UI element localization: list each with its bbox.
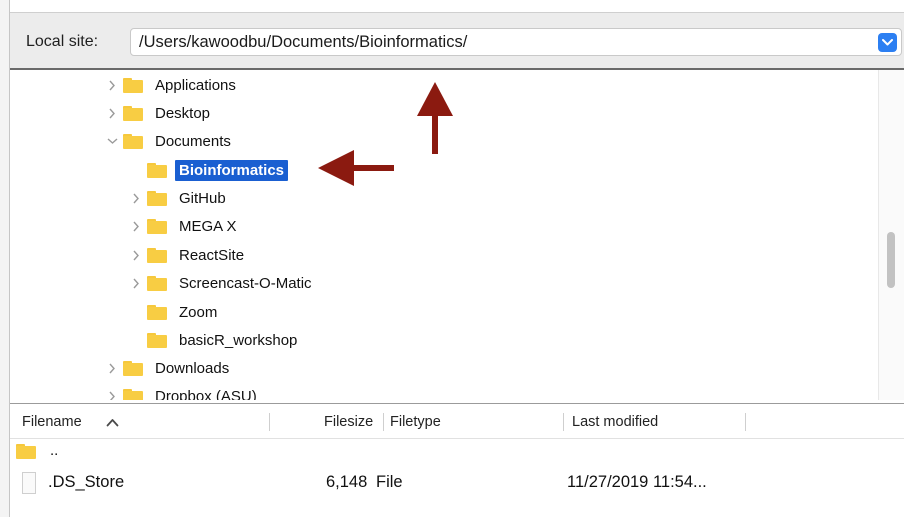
column-divider[interactable]: [745, 413, 746, 431]
tree-scrollbar[interactable]: [878, 70, 904, 400]
tree-item-label: Documents: [155, 132, 231, 150]
chevron-right-icon[interactable]: [125, 241, 147, 269]
table-row[interactable]: .DS_Store 6,148 File 11/27/2019 11:54...: [10, 470, 904, 502]
tree-item-label: Desktop: [155, 104, 211, 122]
chevron-right-icon[interactable]: [125, 212, 147, 240]
folder-icon: [147, 162, 167, 178]
column-header-filesize[interactable]: Filesize: [324, 414, 373, 430]
tree-item-screencast-o-matic[interactable]: Screencast-O-Matic: [125, 269, 316, 297]
tree-item-applications[interactable]: Applications: [101, 71, 240, 99]
chevron-right-icon[interactable]: [101, 354, 123, 382]
toolbar-edge: [10, 0, 904, 13]
chevron-down-icon: [882, 39, 893, 46]
tree-item-label: Downloads: [155, 359, 230, 377]
folder-icon: [16, 444, 36, 459]
folder-icon: [147, 218, 167, 234]
column-header-filetype[interactable]: Filetype: [390, 414, 441, 430]
tree-item-label-selected: Bioinformatics: [175, 159, 289, 181]
tree-item-label: ReactSite: [179, 246, 245, 264]
tree-item-label: basicR_workshop: [179, 331, 298, 349]
folder-icon: [147, 304, 167, 320]
local-site-bar: Local site: /Users/kawoodbu/Documents/Bi…: [10, 13, 904, 70]
file-type: File: [376, 473, 403, 491]
annotation-arrow-left-icon: [318, 150, 394, 186]
tree-item-bioinformatics[interactable]: Bioinformatics: [125, 156, 289, 184]
local-site-path-text: /Users/kawoodbu/Documents/Bioinformatics…: [139, 33, 468, 51]
chevron-right-icon[interactable]: [101, 71, 123, 99]
file-list-header: Filename Filesize Filetype Last modified: [10, 403, 904, 439]
tree-item-downloads[interactable]: Downloads: [101, 354, 233, 382]
tree-item-label: GitHub: [179, 189, 226, 207]
file-name: ..: [50, 442, 59, 459]
chevron-down-icon[interactable]: [101, 127, 123, 155]
tree-item-basicr-workshop[interactable]: basicR_workshop: [125, 326, 301, 354]
column-divider[interactable]: [269, 413, 270, 431]
tree-item-mega-x[interactable]: MEGA X: [125, 212, 241, 240]
folder-icon: [123, 133, 143, 149]
chevron-right-icon[interactable]: [101, 99, 123, 127]
column-divider[interactable]: [563, 413, 564, 431]
file-icon: [22, 472, 36, 494]
tree-item-label: Dropbox (ASU): [155, 387, 257, 401]
column-header-last-modified[interactable]: Last modified: [572, 414, 658, 430]
folder-icon: [147, 275, 167, 291]
folder-icon: [147, 190, 167, 206]
left-pane-edge: [0, 0, 10, 517]
local-site-label: Local site:: [26, 33, 99, 50]
folder-icon: [123, 360, 143, 376]
tree-item-documents[interactable]: Documents: [101, 127, 235, 155]
chevron-right-icon[interactable]: [125, 184, 147, 212]
scrollbar-thumb[interactable]: [887, 232, 895, 288]
tree-item-reactsite[interactable]: ReactSite: [125, 241, 248, 269]
tree-item-label: MEGA X: [179, 217, 237, 235]
folder-icon: [147, 247, 167, 263]
folder-icon: [123, 105, 143, 121]
file-name: .DS_Store: [48, 473, 125, 491]
tree-item-label: Zoom: [179, 303, 218, 321]
column-header-filename[interactable]: Filename: [22, 414, 82, 430]
column-divider[interactable]: [383, 413, 384, 431]
chevron-right-icon[interactable]: [125, 269, 147, 297]
tree-item-desktop[interactable]: Desktop: [101, 99, 214, 127]
folder-icon: [123, 77, 143, 93]
table-row[interactable]: ..: [10, 441, 904, 473]
tree-item-dropbox[interactable]: Dropbox (ASU): [101, 382, 261, 400]
tree-item-label: Screencast-O-Matic: [179, 274, 312, 292]
file-size: 6,148: [326, 473, 368, 491]
path-dropdown-button[interactable]: [878, 33, 897, 52]
tree-item-github[interactable]: GitHub: [125, 184, 230, 212]
sort-ascending-icon[interactable]: [106, 418, 119, 427]
folder-icon: [147, 332, 167, 348]
tree-item-zoom[interactable]: Zoom: [125, 298, 221, 326]
annotation-arrow-up-icon: [417, 82, 453, 154]
chevron-right-icon[interactable]: [101, 382, 123, 400]
file-last-modified: 11/27/2019 11:54...: [567, 473, 707, 491]
tree-item-label: Applications: [155, 76, 236, 94]
local-site-path-field[interactable]: /Users/kawoodbu/Documents/Bioinformatics…: [130, 28, 902, 56]
folder-icon: [123, 388, 143, 400]
